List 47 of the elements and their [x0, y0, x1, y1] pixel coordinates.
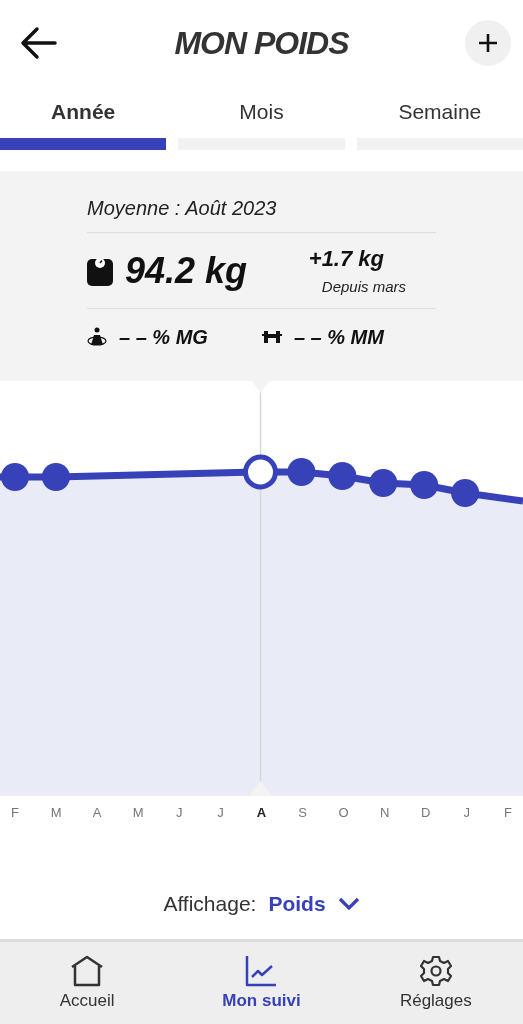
- month-label: A: [255, 804, 268, 820]
- month-label: J: [462, 804, 472, 820]
- data-point[interactable]: [410, 471, 439, 499]
- scale-icon: [87, 255, 113, 286]
- month-label: D: [420, 804, 432, 820]
- nav-item[interactable]: Réglages: [348, 942, 523, 1024]
- month-label: A: [91, 804, 103, 820]
- month-label: F: [502, 804, 513, 820]
- line-chart-icon: [245, 955, 278, 987]
- back-arrow-icon: [20, 25, 58, 61]
- settings-icon: [419, 955, 452, 987]
- selected-data-point[interactable]: [243, 454, 278, 490]
- nav-item[interactable]: Mon suivi: [174, 942, 349, 1024]
- data-point[interactable]: [287, 458, 316, 486]
- nav-item[interactable]: Accueil: [0, 942, 175, 1024]
- display-dropdown[interactable]: Poids: [268, 891, 360, 916]
- period-tab[interactable]: Année: [0, 86, 167, 150]
- body-fat-icon: [87, 327, 107, 347]
- home-icon: [70, 955, 105, 987]
- plus-icon: [478, 33, 498, 53]
- month-label: J: [216, 804, 225, 820]
- month-label: J: [175, 804, 184, 820]
- add-button[interactable]: [465, 20, 511, 66]
- month-label: F: [10, 804, 20, 820]
- display-label: Affichage:: [163, 891, 257, 916]
- month-label: N: [379, 804, 391, 820]
- month-label: S: [297, 804, 308, 820]
- chevron-down-icon: [337, 896, 360, 911]
- period-tab[interactable]: Mois: [178, 86, 345, 150]
- data-point[interactable]: [328, 462, 357, 490]
- month-label: M: [131, 804, 145, 820]
- page-title: MON POIDS: [174, 24, 349, 62]
- data-point[interactable]: [451, 479, 480, 507]
- data-point[interactable]: [1, 463, 29, 491]
- data-point[interactable]: [369, 469, 398, 497]
- period-label: Moyenne : Août 2023: [87, 171, 436, 233]
- muscle-percentage: – – % MM: [293, 325, 384, 349]
- data-point[interactable]: [41, 463, 70, 491]
- dumbbell-icon: [261, 330, 282, 344]
- weight-value: 94.2 kg: [125, 249, 248, 292]
- weight-change: +1.7 kg: [308, 246, 384, 272]
- fat-percentage: – – % MG: [119, 325, 208, 349]
- back-button[interactable]: [20, 25, 58, 61]
- change-note: Depuis mars: [321, 278, 406, 295]
- month-label: M: [49, 804, 63, 820]
- month-label: O: [337, 804, 350, 820]
- period-tab[interactable]: Semaine: [356, 86, 523, 150]
